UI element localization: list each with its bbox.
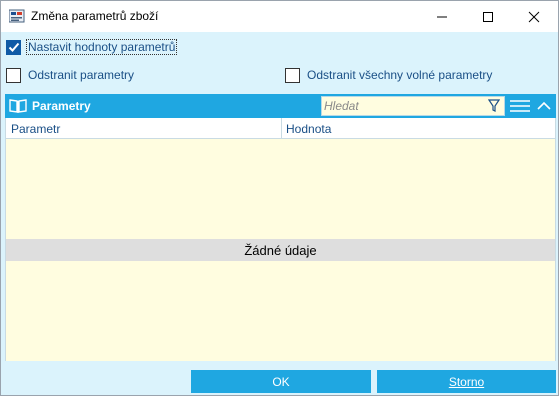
parameters-panel-header: Parametry bbox=[5, 94, 556, 118]
grid-header: Parametr Hodnota bbox=[6, 118, 555, 139]
set-values-checkbox[interactable] bbox=[6, 39, 21, 55]
column-separator[interactable] bbox=[281, 118, 282, 139]
checkmark-icon bbox=[8, 42, 19, 52]
dialog-window: Změna parametrů zboží Nastavit hodnoty p… bbox=[0, 0, 559, 396]
title-bar: Změna parametrů zboží bbox=[1, 1, 558, 32]
app-icon bbox=[8, 9, 25, 23]
filter-icon[interactable] bbox=[487, 99, 501, 116]
column-header-parametr[interactable]: Parametr bbox=[11, 122, 60, 136]
panel-title: Parametry bbox=[32, 99, 91, 113]
set-values-option[interactable]: Nastavit hodnoty parametrů bbox=[6, 38, 178, 56]
maximize-icon bbox=[483, 11, 493, 22]
cancel-button[interactable]: Storno bbox=[377, 370, 556, 393]
hamburger-menu-icon[interactable] bbox=[510, 98, 530, 117]
set-values-label[interactable]: Nastavit hodnoty parametrů bbox=[26, 39, 178, 55]
column-header-hodnota[interactable]: Hodnota bbox=[286, 122, 331, 136]
book-icon bbox=[9, 98, 27, 117]
minimize-button[interactable] bbox=[419, 1, 465, 32]
empty-message: Žádné údaje bbox=[6, 239, 555, 261]
minimize-icon bbox=[437, 16, 447, 17]
search-box[interactable] bbox=[321, 96, 505, 116]
remove-all-free-option[interactable]: Odstranit všechny volné parametry bbox=[285, 66, 492, 84]
remove-params-checkbox[interactable] bbox=[6, 67, 21, 83]
remove-all-free-label[interactable]: Odstranit všechny volné parametry bbox=[307, 68, 492, 82]
remove-params-label[interactable]: Odstranit parametry bbox=[28, 68, 134, 82]
remove-params-option[interactable]: Odstranit parametry bbox=[6, 66, 134, 84]
parameters-grid[interactable]: Parametr Hodnota Žádné údaje bbox=[5, 118, 556, 361]
close-button[interactable] bbox=[511, 1, 557, 32]
search-input[interactable] bbox=[324, 98, 484, 114]
ok-button[interactable]: OK bbox=[191, 370, 371, 393]
close-icon bbox=[528, 11, 540, 22]
cancel-button-label: Storno bbox=[448, 374, 485, 389]
chevron-up-icon[interactable] bbox=[536, 98, 552, 117]
maximize-button[interactable] bbox=[465, 1, 511, 32]
window-title: Změna parametrů zboží bbox=[31, 9, 159, 23]
remove-all-free-checkbox[interactable] bbox=[285, 67, 300, 83]
